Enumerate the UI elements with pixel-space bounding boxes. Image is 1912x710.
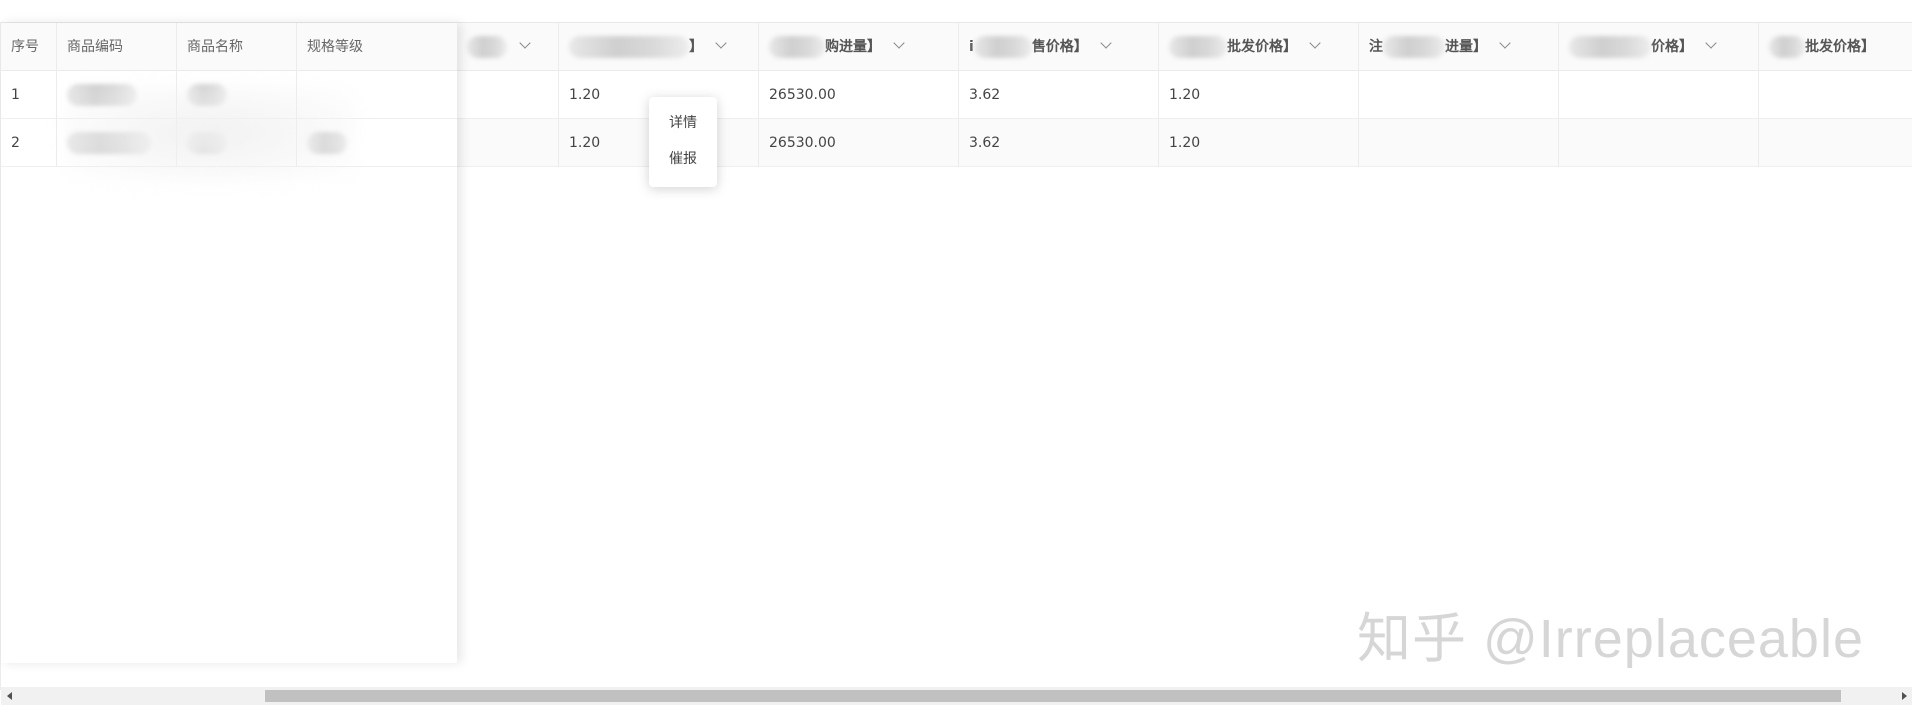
- chevron-down-icon[interactable]: [1309, 37, 1321, 49]
- redacted-text: [1383, 36, 1445, 58]
- column-header-8[interactable]: 批发价格】: [1759, 23, 1912, 71]
- table-cell: 26530.00: [759, 71, 959, 119]
- column-header-1[interactable]: [457, 23, 559, 71]
- column-header-name[interactable]: 商品名称: [177, 23, 297, 71]
- fixed-columns: 序号 商品编码 商品名称 规格等级 1 2: [1, 23, 457, 663]
- table-cell: 1.20: [1159, 71, 1359, 119]
- table-cell: 1.20: [1159, 119, 1359, 167]
- row-index: 1: [1, 71, 57, 119]
- column-header-7[interactable]: 价格】: [1559, 23, 1759, 71]
- redaction-blur: [65, 85, 355, 181]
- chevron-down-icon[interactable]: [1499, 37, 1511, 49]
- menu-item-details[interactable]: 详情: [649, 105, 717, 141]
- chevron-down-icon[interactable]: [715, 37, 727, 49]
- table-cell: [457, 119, 559, 167]
- scroll-right-arrow-icon[interactable]: [1902, 692, 1907, 700]
- watermark: 知乎 @Irreplaceable: [1356, 609, 1864, 669]
- table-cell: 3.62: [959, 71, 1159, 119]
- table-cell: [1559, 71, 1759, 119]
- redacted-text: [1569, 36, 1651, 58]
- fixed-header: 序号 商品编码 商品名称 规格等级: [1, 23, 457, 71]
- column-header-3[interactable]: 购进量】: [759, 23, 959, 71]
- redacted-text: [1769, 36, 1805, 58]
- chevron-down-icon[interactable]: [1705, 37, 1717, 49]
- chevron-down-icon[interactable]: [893, 37, 905, 49]
- column-header-spec[interactable]: 规格等级: [297, 23, 457, 71]
- table-cell: [1359, 119, 1559, 167]
- table-cell: [1359, 71, 1559, 119]
- row-index: 2: [1, 119, 57, 167]
- table-cell: [1759, 71, 1912, 119]
- menu-item-remind[interactable]: 催报: [649, 141, 717, 177]
- scrollbar-thumb[interactable]: [265, 690, 1841, 702]
- table-cell: 26530.00: [759, 119, 959, 167]
- scroll-left-arrow-icon[interactable]: [7, 692, 12, 700]
- data-table: 】 购进量】 i 售价格】 批发价格】 注进量】 价格】 批发价格】 1.20 2…: [0, 22, 1912, 705]
- column-header-code[interactable]: 商品编码: [57, 23, 177, 71]
- column-header-4[interactable]: i 售价格】: [959, 23, 1159, 71]
- column-header-index[interactable]: 序号: [1, 23, 57, 71]
- chevron-down-icon[interactable]: [1100, 37, 1112, 49]
- column-header-5[interactable]: 批发价格】: [1159, 23, 1359, 71]
- table-cell: [1759, 119, 1912, 167]
- table-cell: [1559, 119, 1759, 167]
- redacted-text: [569, 36, 689, 58]
- column-header-2[interactable]: 】: [559, 23, 759, 71]
- redacted-text: [769, 36, 825, 58]
- horizontal-scrollbar[interactable]: [1, 687, 1912, 705]
- action-menu: 详情 催报: [649, 97, 717, 187]
- chevron-down-icon[interactable]: [519, 37, 531, 49]
- redacted-text: [973, 36, 1032, 58]
- redacted-text: [467, 36, 507, 58]
- column-header-6[interactable]: 注进量】: [1359, 23, 1559, 71]
- redacted-text: [1169, 36, 1227, 58]
- table-cell: 3.62: [959, 119, 1159, 167]
- table-cell: [457, 71, 559, 119]
